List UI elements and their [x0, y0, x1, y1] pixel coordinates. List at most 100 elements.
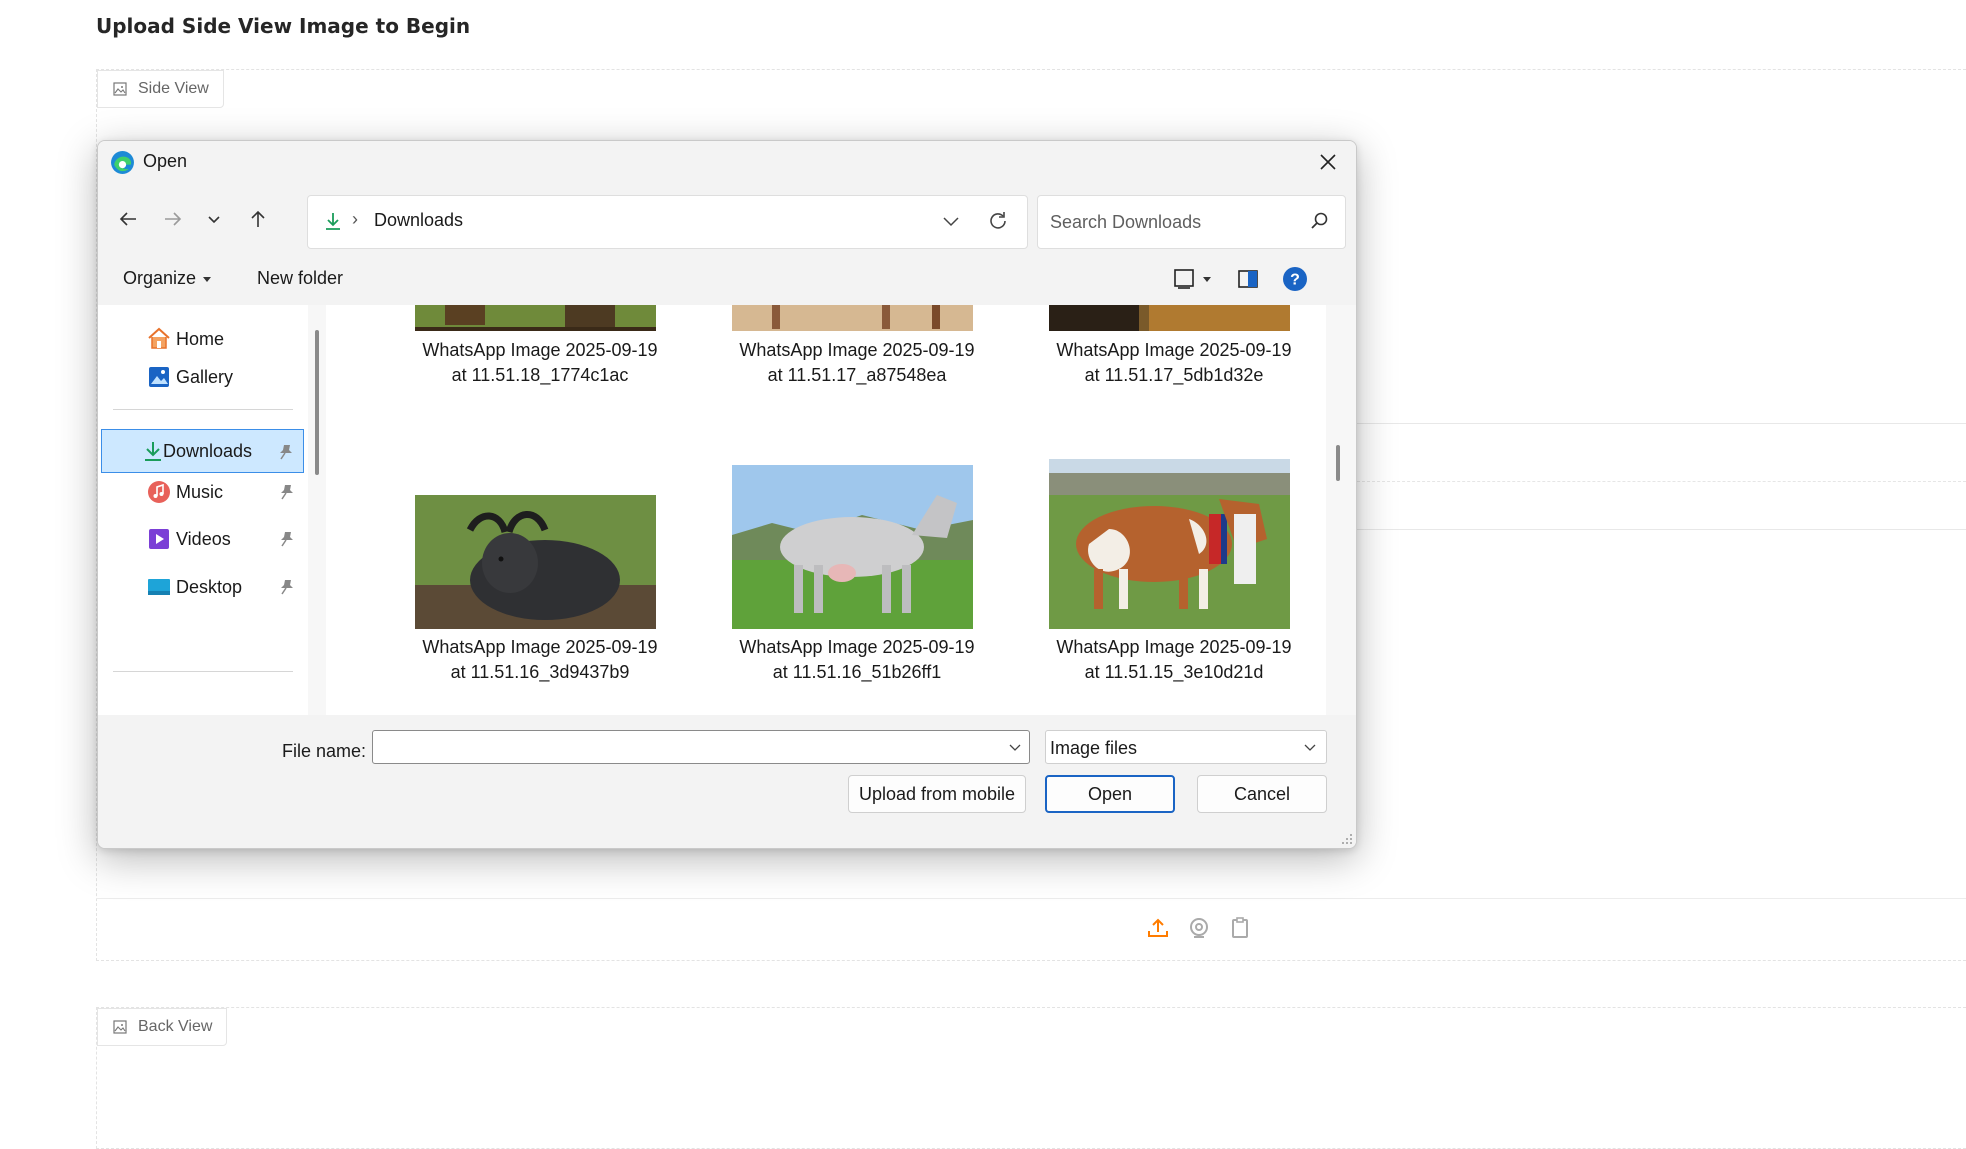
help-button[interactable]: ? — [1281, 265, 1309, 293]
file-type-value: Image files — [1050, 738, 1138, 758]
sidebar-item-label: Videos — [176, 528, 231, 549]
new-folder-label: New folder — [257, 268, 344, 288]
file-item[interactable]: WhatsApp Image 2025-09-19 at 11.51.16_3d… — [380, 465, 700, 715]
file-item[interactable]: WhatsApp Image 2025-09-19 at 11.51.17_5d… — [1014, 305, 1326, 405]
view-layout-icon — [1174, 269, 1211, 289]
file-name-line2: at 11.51.18_1774c1ac — [451, 365, 629, 385]
upload-source-bar — [96, 898, 1966, 961]
file-name-line1: WhatsApp Image 2025-09-19 — [739, 340, 975, 360]
up-button[interactable] — [242, 203, 274, 235]
help-icon: ? — [1283, 267, 1307, 291]
page-title: Upload Side View Image to Begin — [96, 14, 471, 38]
file-name-line2: at 11.51.15_3e10d21d — [1084, 662, 1264, 682]
resize-grip-icon[interactable] — [1341, 833, 1353, 845]
pin-icon[interactable] — [278, 578, 296, 596]
upload-from-mobile-button[interactable]: Upload from mobile — [848, 775, 1026, 813]
file-list: WhatsApp Image 2025-09-19 at 11.51.18_17… — [328, 305, 1326, 715]
divider — [1357, 423, 1966, 424]
upload-source-tools — [1146, 916, 1252, 940]
sidebar-item-label: Desktop — [176, 576, 243, 597]
file-name: WhatsApp Image 2025-09-19 at 11.51.16_3d… — [380, 635, 700, 685]
address-bar[interactable]: › Downloads — [307, 195, 1028, 249]
pin-icon[interactable] — [278, 530, 296, 548]
pin-icon[interactable] — [277, 443, 295, 461]
preview-pane-button[interactable] — [1234, 265, 1262, 293]
videos-icon — [149, 529, 169, 549]
new-folder-button[interactable]: New folder — [257, 268, 343, 289]
file-item[interactable]: WhatsApp Image 2025-09-19 at 11.51.16_51… — [697, 465, 1017, 715]
file-name-field[interactable] — [372, 730, 1030, 764]
file-thumbnail — [415, 305, 656, 331]
sidebar-item-label: Music — [176, 481, 224, 502]
file-name: WhatsApp Image 2025-09-19 at 11.51.16_51… — [697, 635, 1017, 685]
preview-pane-icon — [1238, 270, 1258, 288]
edge-browser-icon — [111, 151, 134, 174]
upload-icon[interactable] — [1146, 916, 1170, 940]
navigation-row: › Downloads — [98, 183, 1356, 253]
file-thumbnail — [732, 465, 973, 629]
refresh-icon[interactable] — [986, 209, 1010, 233]
desktop-icon — [148, 579, 170, 595]
file-name-label: File name: — [282, 741, 367, 761]
sidebar-divider — [113, 671, 293, 672]
file-list-scrollbar-thumb[interactable] — [1336, 445, 1340, 481]
recent-locations-button[interactable] — [198, 203, 230, 235]
chevron-down-icon — [208, 216, 220, 224]
search-input[interactable] — [1048, 208, 1292, 236]
chevron-down-icon[interactable] — [1007, 739, 1023, 755]
divider — [1357, 529, 1966, 530]
close-icon — [1320, 154, 1336, 170]
sidebar-item-music[interactable]: Music — [101, 470, 304, 514]
cancel-button[interactable]: Cancel — [1197, 775, 1327, 813]
file-type-select[interactable]: Image files — [1045, 730, 1327, 764]
file-thumbnail — [1049, 459, 1290, 629]
arrow-up-icon — [251, 210, 265, 227]
file-item[interactable]: WhatsApp Image 2025-09-19 at 11.51.15_3e… — [1014, 459, 1326, 715]
open-file-dialog: Open › Downloads Orga — [97, 140, 1357, 849]
breadcrumb-downloads[interactable]: Downloads — [374, 210, 463, 231]
music-icon — [148, 481, 170, 503]
file-name: WhatsApp Image 2025-09-19 at 11.51.17_5d… — [1014, 338, 1326, 388]
caret-down-icon — [203, 276, 212, 282]
sidebar-item-label: Gallery — [176, 366, 234, 387]
side-view-label: Side View — [97, 70, 224, 108]
sidebar-divider — [113, 409, 293, 410]
file-item[interactable]: WhatsApp Image 2025-09-19 at 11.51.18_17… — [380, 305, 700, 405]
dialog-footer: File name: Image files Upload from mobil… — [98, 715, 1356, 848]
download-icon — [326, 213, 340, 230]
file-list-scrollbar-track[interactable] — [1326, 305, 1356, 715]
sidebar-item-label: Downloads — [163, 440, 253, 461]
navigation-scrollbar-thumb[interactable] — [315, 330, 319, 475]
view-options-button[interactable] — [1168, 265, 1218, 293]
open-button[interactable]: Open — [1045, 775, 1175, 813]
side-view-label-text: Side View — [138, 80, 209, 97]
file-name-line1: WhatsApp Image 2025-09-19 — [422, 637, 658, 657]
file-name-line2: at 11.51.16_3d9437b9 — [450, 662, 630, 682]
file-name-line1: WhatsApp Image 2025-09-19 — [739, 637, 975, 657]
organize-button[interactable]: Organize — [123, 268, 212, 289]
command-bar: Organize New folder ? — [98, 253, 1356, 305]
forward-button[interactable] — [157, 203, 189, 235]
webcam-icon[interactable] — [1187, 916, 1211, 940]
dialog-titlebar[interactable]: Open — [98, 141, 1356, 183]
close-button[interactable] — [1300, 141, 1356, 183]
file-name-line2: at 11.51.17_5db1d32e — [1084, 365, 1264, 385]
file-name-line1: WhatsApp Image 2025-09-19 — [1056, 637, 1292, 657]
chevron-down-icon[interactable] — [940, 210, 962, 232]
sidebar-item-label: Home — [176, 328, 225, 349]
clipboard-icon[interactable] — [1228, 916, 1252, 940]
gallery-icon — [149, 367, 169, 387]
navigation-pane: Home Gallery Downloads Music Videos Desk… — [98, 305, 308, 715]
sidebar-item-desktop[interactable]: Desktop — [101, 565, 304, 609]
file-name-line2: at 11.51.17_a87548ea — [767, 365, 947, 385]
pin-icon[interactable] — [278, 483, 296, 501]
file-item[interactable]: WhatsApp Image 2025-09-19 at 11.51.17_a8… — [697, 305, 1017, 405]
back-button[interactable] — [112, 203, 144, 235]
sidebar-item-gallery[interactable]: Gallery — [101, 355, 304, 399]
sidebar-item-downloads[interactable]: Downloads — [101, 429, 304, 473]
file-thumbnail — [415, 495, 656, 629]
back-view-upload-panel[interactable]: Back View — [96, 1007, 1966, 1149]
search-icon[interactable] — [1309, 211, 1329, 231]
sidebar-item-videos[interactable]: Videos — [101, 517, 304, 561]
search-box[interactable] — [1037, 195, 1346, 249]
